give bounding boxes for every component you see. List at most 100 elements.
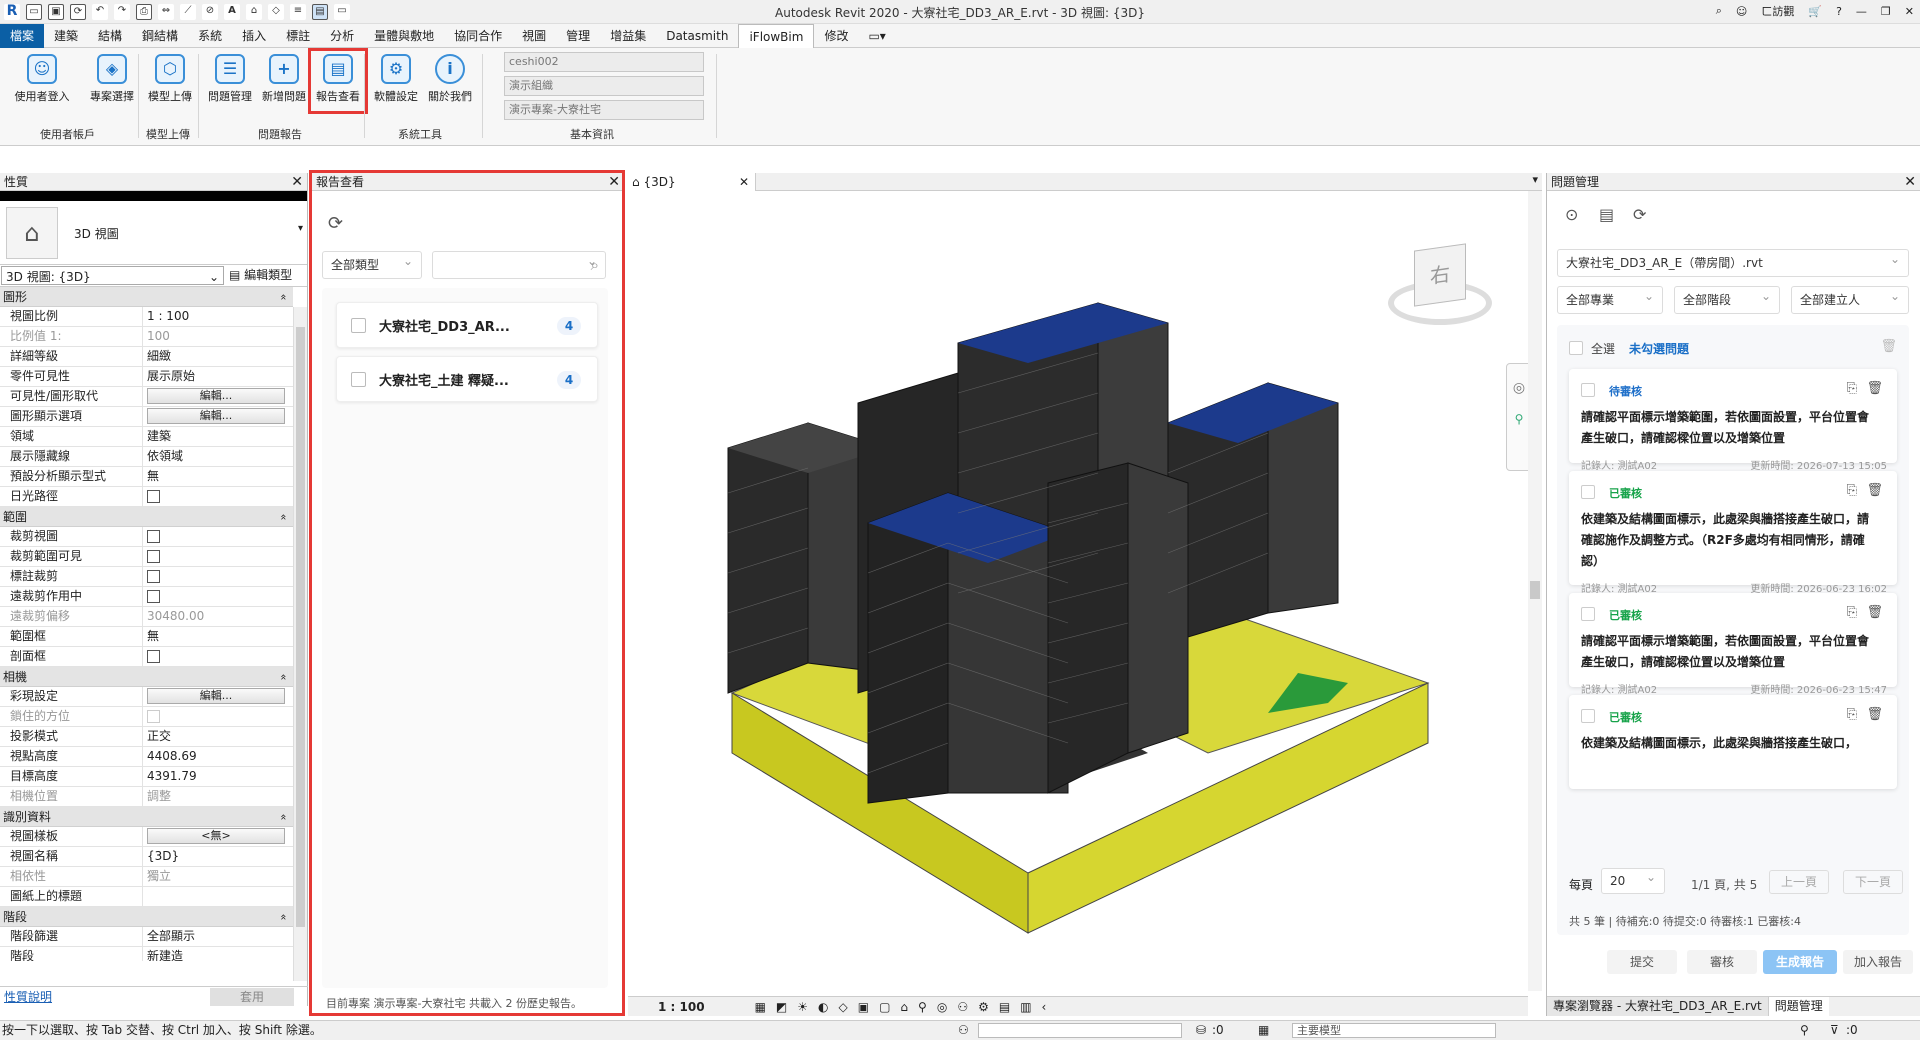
property-edit-button[interactable]: 編輯... (147, 408, 285, 424)
tag-icon[interactable]: ⊘ (202, 4, 218, 20)
tab-modify[interactable]: 修改 (814, 24, 858, 48)
stage-filter[interactable]: 全部階段 (1674, 283, 1780, 314)
scrollbar-thumb[interactable] (296, 327, 305, 927)
tab-steel[interactable]: 鋼結構 (132, 24, 188, 48)
text-icon[interactable]: A (224, 4, 240, 20)
tab-menu-icon[interactable]: ▾ (1532, 173, 1538, 186)
search-icon[interactable]: ⌕ (1716, 4, 1722, 18)
section-icon[interactable]: ◇ (268, 4, 284, 20)
lock-view-icon[interactable]: ⌂ (900, 1000, 908, 1014)
switch-windows-icon[interactable]: ▭ (334, 4, 350, 20)
property-edit-button[interactable]: 編輯... (147, 688, 285, 704)
temporary-properties-icon[interactable]: ⚙ (978, 1000, 989, 1014)
review-button[interactable]: 審核 (1687, 950, 1757, 974)
edit-type-button[interactable]: ▤ 編輯類型 (225, 265, 307, 286)
issue-checkbox[interactable] (1581, 485, 1595, 499)
view-cube-face[interactable]: 右 (1414, 243, 1466, 307)
tab-3d-view[interactable]: ⌂ {3D} ✕ (628, 173, 756, 191)
property-edit-button[interactable]: <無> (147, 828, 285, 844)
sync-icon[interactable]: ⟳ (70, 4, 86, 20)
property-value[interactable]: 展示原始 (142, 367, 293, 386)
discipline-filter[interactable]: 全部專業 (1557, 283, 1663, 314)
prev-page-button[interactable]: 上一頁 (1769, 870, 1829, 894)
login-button[interactable]: ☺ 使用者登入 (12, 52, 72, 112)
cart-icon[interactable]: 🛒 (1808, 5, 1822, 18)
highlight-displacement-icon[interactable]: ▥ (1020, 1000, 1031, 1014)
crop-view-icon[interactable]: ▣ (858, 1000, 869, 1014)
property-value[interactable]: 新建造 (142, 947, 293, 961)
reveal-hidden-icon[interactable]: ◎ (937, 1000, 947, 1014)
property-checkbox[interactable] (147, 490, 160, 503)
creator-filter[interactable]: 全部建立人 (1791, 283, 1909, 314)
issue-card[interactable]: 已審核 ⎘ 🗑 請確認平面標示增築範圍，若依圖面設置，平台位置會產生破口，請確認樑位置… (1569, 593, 1897, 696)
close-icon[interactable]: ✕ (1904, 173, 1916, 191)
submit-button[interactable]: 提交 (1607, 950, 1677, 974)
copy-icon[interactable]: ⎘ (1847, 605, 1857, 620)
tab-datasmith[interactable]: Datasmith (656, 24, 738, 48)
select-all-checkbox[interactable] (1569, 341, 1583, 355)
design-option-select[interactable]: 主要模型 (1292, 1023, 1496, 1038)
tab-insert[interactable]: 插入 (232, 24, 276, 48)
clipboard-icon[interactable]: ▤ (1599, 205, 1614, 224)
properties-help-link[interactable]: 性質說明 (0, 988, 52, 1005)
tab-project-browser[interactable]: 專案瀏覽器 - 大寮社宅_DD3_AR_E.rvt (1547, 997, 1769, 1016)
3d-viewport[interactable]: ⌂ {3D} ✕ ▾ 右 ◎ ⚲ 1: 100 ▦ ◩ ☀ ◐ ◇ ▣ ▢ ⌂… (628, 173, 1542, 1016)
issue-file-select[interactable]: 大寮社宅_DD3_AR_E（帶房間）.rvt (1557, 246, 1909, 277)
editable-only-icon[interactable]: ⛁ (1196, 1021, 1206, 1040)
visual-style-icon[interactable]: ◩ (776, 1000, 787, 1014)
trash-icon[interactable]: 🗑 (1880, 339, 1897, 354)
sync-icon[interactable]: ⊙ (1565, 205, 1578, 224)
revit-logo-icon[interactable]: R (4, 4, 20, 20)
property-section-header[interactable]: 階段 (0, 907, 293, 927)
render-icon[interactable]: ◇ (839, 1000, 848, 1014)
tab-issue-manage[interactable]: 問題管理 (1768, 997, 1829, 1016)
close-icon[interactable]: ✕ (291, 173, 303, 191)
help-icon[interactable]: ? (1836, 5, 1842, 18)
undo-icon[interactable]: ↶ (92, 4, 108, 20)
view-selector[interactable]: 3D 視圖: {3D} ⌄ (1, 266, 224, 285)
default-3d-icon[interactable]: ⌂ (246, 4, 262, 20)
open-icon[interactable]: ▭ (26, 4, 42, 20)
scroll-left-icon[interactable]: ‹ (1042, 1000, 1047, 1014)
copy-icon[interactable]: ⎘ (1847, 707, 1857, 722)
property-value[interactable]: 4408.69 (142, 747, 293, 766)
type-selector[interactable]: ⌂ 3D 視圖 ▾ (0, 201, 307, 265)
detail-level-icon[interactable]: ▦ (755, 1000, 766, 1014)
tab-file[interactable]: 檔案 (0, 23, 45, 48)
property-value[interactable] (142, 887, 293, 906)
filter-icon[interactable]: ⊽ (1830, 1021, 1839, 1040)
tab-iflowbim[interactable]: iFlowBim (738, 23, 815, 48)
per-page-select[interactable]: 20 (1601, 865, 1665, 894)
property-value[interactable]: 無 (142, 627, 293, 646)
design-options-icon[interactable]: ▦ (1258, 1021, 1269, 1040)
tab-view[interactable]: 視圖 (512, 24, 556, 48)
trash-icon[interactable]: 🗑 (1866, 707, 1883, 722)
copy-icon[interactable]: ⎘ (1847, 483, 1857, 498)
generate-report-button[interactable]: 生成報告 (1763, 950, 1837, 974)
selection-filter-icon[interactable]: ⚲ (1800, 1021, 1809, 1040)
print-icon[interactable]: ⎙ (136, 4, 152, 20)
thin-lines-icon[interactable]: ≡ (290, 4, 306, 20)
aligned-dimension-icon[interactable]: ⟋ (180, 4, 196, 20)
property-value[interactable]: 全部顯示 (142, 927, 293, 946)
tab-manage[interactable]: 管理 (556, 24, 600, 48)
property-section-header[interactable]: 圖形 (0, 287, 293, 307)
view-cube[interactable]: 右 (1378, 241, 1502, 337)
issue-checkbox[interactable] (1581, 383, 1595, 397)
property-value[interactable]: {3D} (142, 847, 293, 866)
tab-systems[interactable]: 系統 (188, 24, 232, 48)
property-section-header[interactable]: 範圍 (0, 507, 293, 527)
issue-checkbox[interactable] (1581, 607, 1595, 621)
property-value[interactable]: 依領域 (142, 447, 293, 466)
property-section-header[interactable]: 相機 (0, 667, 293, 687)
property-section-header[interactable]: 識別資料 (0, 807, 293, 827)
measure-icon[interactable]: ⇔ (158, 4, 174, 20)
show-crop-icon[interactable]: ▢ (879, 1000, 890, 1014)
next-page-button[interactable]: 下一頁 (1843, 870, 1903, 894)
property-checkbox[interactable] (147, 530, 160, 543)
property-edit-button[interactable]: 編輯... (147, 388, 285, 404)
property-checkbox[interactable] (147, 650, 160, 663)
issue-checkbox[interactable] (1581, 709, 1595, 723)
property-value[interactable]: 4391.79 (142, 767, 293, 786)
trash-icon[interactable]: 🗑 (1866, 483, 1883, 498)
